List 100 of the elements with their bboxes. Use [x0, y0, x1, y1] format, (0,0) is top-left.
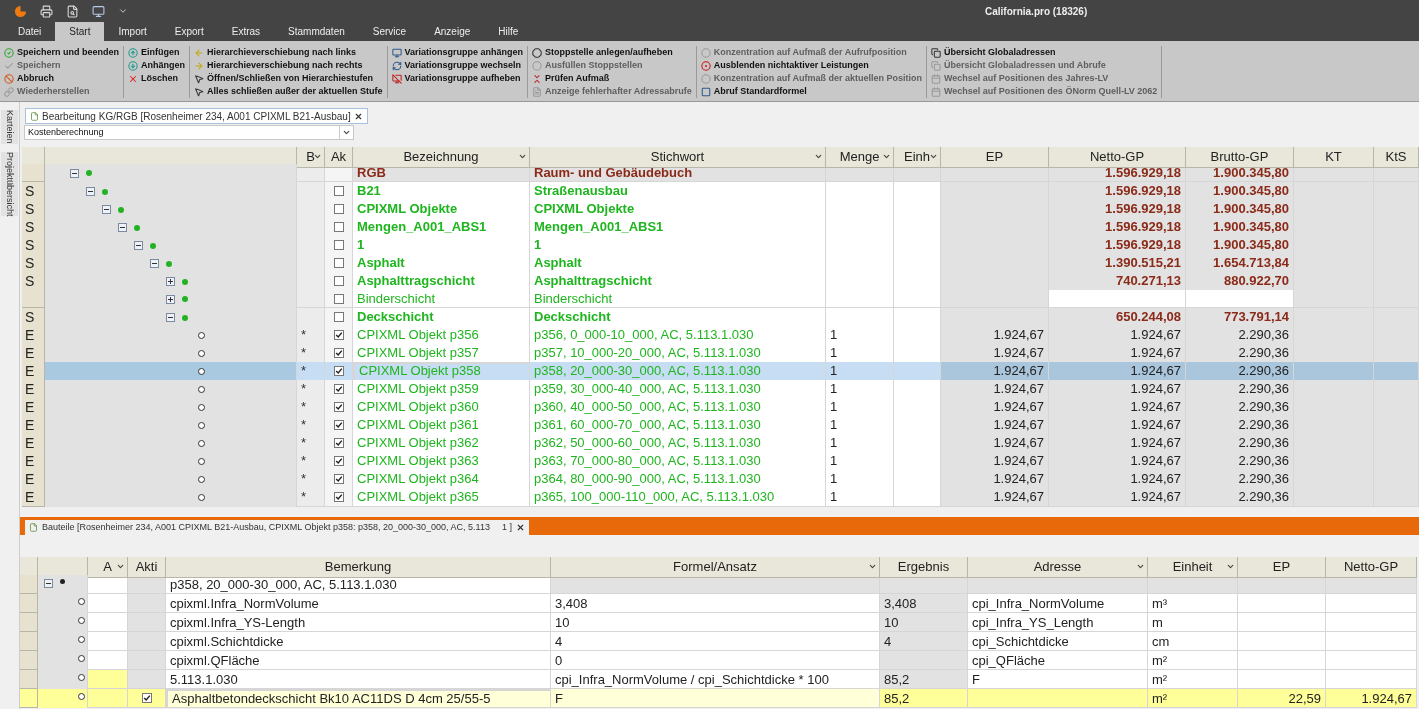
- collapse-toggle[interactable]: [102, 205, 111, 214]
- column-header[interactable]: Menge: [826, 147, 894, 168]
- ribbon-button[interactable]: Prüfen Aufmaß: [532, 72, 692, 85]
- collapse-toggle[interactable]: [86, 187, 95, 196]
- column-header[interactable]: Einheit: [1148, 557, 1238, 578]
- column-header[interactable]: B: [297, 147, 325, 168]
- collapse-toggle[interactable]: [150, 259, 159, 268]
- checkbox[interactable]: [333, 312, 344, 322]
- menu-tab[interactable]: Export: [160, 22, 218, 41]
- column-header[interactable]: Formel/Ansatz: [551, 557, 880, 578]
- column-header[interactable]: EP: [1238, 557, 1326, 578]
- checkbox[interactable]: [333, 402, 344, 412]
- menu-tab[interactable]: Service: [358, 22, 421, 41]
- column-header[interactable]: Netto-GP: [1326, 557, 1417, 578]
- checkbox[interactable]: [333, 492, 344, 502]
- column-header[interactable]: A: [88, 557, 128, 578]
- menu-tab[interactable]: Anzeige: [420, 22, 485, 41]
- caret-icon[interactable]: [118, 6, 128, 16]
- checkbox[interactable]: [333, 474, 344, 484]
- menu-tab[interactable]: Import: [104, 22, 161, 41]
- document-tab[interactable]: Bauteile [Rosenheimer 234, A001 CPIXML B21-Ausbau, CPIXML Objekt p358: p358, 20_000-30_000, AC, 5.113 1 ]: [25, 520, 529, 535]
- checkbox[interactable]: [333, 456, 344, 466]
- file-icon: [30, 111, 39, 121]
- collapse-toggle[interactable]: [70, 168, 79, 178]
- checkbox[interactable]: [333, 420, 344, 430]
- checkbox[interactable]: [333, 222, 344, 232]
- table-cell: *: [297, 488, 325, 507]
- column-header[interactable]: KtS: [1374, 147, 1419, 168]
- expand-toggle[interactable]: [166, 294, 175, 304]
- collapse-toggle[interactable]: [118, 223, 127, 232]
- table-cell: 4: [880, 632, 968, 651]
- ribbon-button[interactable]: Abruf Standardformel: [700, 85, 922, 98]
- ribbon-button[interactable]: Anhängen: [128, 59, 185, 72]
- ribbon-button[interactable]: Variationsgruppe aufheben: [391, 72, 524, 85]
- checkbox[interactable]: [333, 293, 344, 304]
- ribbon-button[interactable]: Stoppstelle anlegen/aufheben: [532, 46, 692, 59]
- column-header[interactable]: Ak: [325, 147, 353, 168]
- table-cell: [826, 290, 894, 308]
- view-select[interactable]: Kostenberechnung: [24, 125, 354, 140]
- column-header[interactable]: Akti: [128, 557, 166, 578]
- ribbon-button[interactable]: Variationsgruppe anhängen: [391, 46, 524, 59]
- menu-tab[interactable]: Hilfe: [484, 22, 533, 41]
- checkbox[interactable]: [333, 276, 344, 286]
- table-cell: 85,2: [880, 670, 968, 689]
- collapse-toggle[interactable]: [166, 313, 175, 322]
- side-tab[interactable]: Karteien: [0, 110, 19, 144]
- monitor-icon[interactable]: [92, 4, 105, 18]
- column-header[interactable]: Einh: [894, 147, 941, 168]
- ribbon-button[interactable]: Variationsgruppe wechseln: [391, 59, 524, 72]
- column-header[interactable]: Stichwort: [530, 147, 826, 168]
- chevrons-icon: [532, 73, 543, 84]
- ribbon-button[interactable]: Ausblenden nichtaktiver Leistungen: [700, 59, 922, 72]
- printer-icon[interactable]: [40, 4, 53, 18]
- ribbon-button[interactable]: Übersicht Globaladressen: [931, 46, 1158, 59]
- column-header[interactable]: EP: [941, 147, 1049, 168]
- menu-tab[interactable]: Stammdaten: [274, 22, 359, 41]
- table-cell: 10: [880, 613, 968, 632]
- side-tab[interactable]: Projektübersicht: [0, 151, 19, 217]
- ribbon-button[interactable]: Hierarchieverschiebung nach links: [194, 46, 383, 59]
- close-icon[interactable]: [516, 523, 525, 532]
- row-header[interactable]: E: [22, 488, 45, 507]
- document-tab[interactable]: Bearbeitung KG/RGB [Rosenheimer 234, A001 CPIXML B21-Ausbau]: [25, 108, 368, 124]
- expand-toggle[interactable]: [166, 277, 175, 286]
- window-title: California.pro (18326): [985, 4, 1088, 19]
- ribbon-button[interactable]: Einfügen: [128, 46, 185, 59]
- column-header[interactable]: KT: [1294, 147, 1374, 168]
- ribbon-button[interactable]: Alles schließen außer der aktuellen Stufe: [194, 85, 383, 98]
- collapse-toggle[interactable]: [134, 241, 143, 250]
- menu-tab[interactable]: Extras: [217, 22, 275, 41]
- column-header[interactable]: Brutto-GP: [1186, 147, 1294, 168]
- check-icon: [4, 60, 14, 71]
- checkbox[interactable]: [333, 330, 344, 340]
- column-header[interactable]: Bemerkung: [166, 557, 551, 578]
- column-header[interactable]: Ergebnis: [880, 557, 968, 578]
- column-header[interactable]: Adresse: [968, 557, 1148, 578]
- ribbon-button[interactable]: Hierarchieverschiebung nach rechts: [194, 59, 383, 72]
- checkbox[interactable]: [333, 258, 344, 268]
- checkbox[interactable]: [333, 186, 344, 196]
- menu-tab[interactable]: Datei: [4, 22, 56, 41]
- file-search-icon[interactable]: [66, 4, 79, 18]
- checkbox[interactable]: [333, 384, 344, 394]
- column-header[interactable]: Bezeichnung: [353, 147, 530, 168]
- link-icon: [4, 86, 14, 97]
- checkbox[interactable]: [333, 348, 344, 358]
- column-header[interactable]: Netto-GP: [1049, 147, 1186, 168]
- checkbox[interactable]: [333, 366, 344, 376]
- checkbox[interactable]: [141, 693, 152, 703]
- ribbon-button[interactable]: Abbruch: [4, 72, 119, 85]
- ribbon-button[interactable]: Öffnen/Schließen von Hierarchiestufen: [194, 72, 383, 85]
- app-logo-icon[interactable]: [14, 4, 27, 18]
- collapse-toggle[interactable]: [44, 579, 53, 588]
- table-cell: m²: [1148, 689, 1238, 708]
- checkbox[interactable]: [333, 240, 344, 250]
- close-icon[interactable]: [353, 111, 363, 121]
- menu-tab[interactable]: Start: [55, 22, 105, 41]
- checkbox[interactable]: [333, 438, 344, 448]
- checkbox[interactable]: [333, 204, 344, 214]
- ribbon-button[interactable]: Speichern und beenden: [4, 46, 119, 59]
- ribbon-button[interactable]: Löschen: [128, 72, 185, 85]
- table-cell: cm: [1148, 632, 1238, 651]
